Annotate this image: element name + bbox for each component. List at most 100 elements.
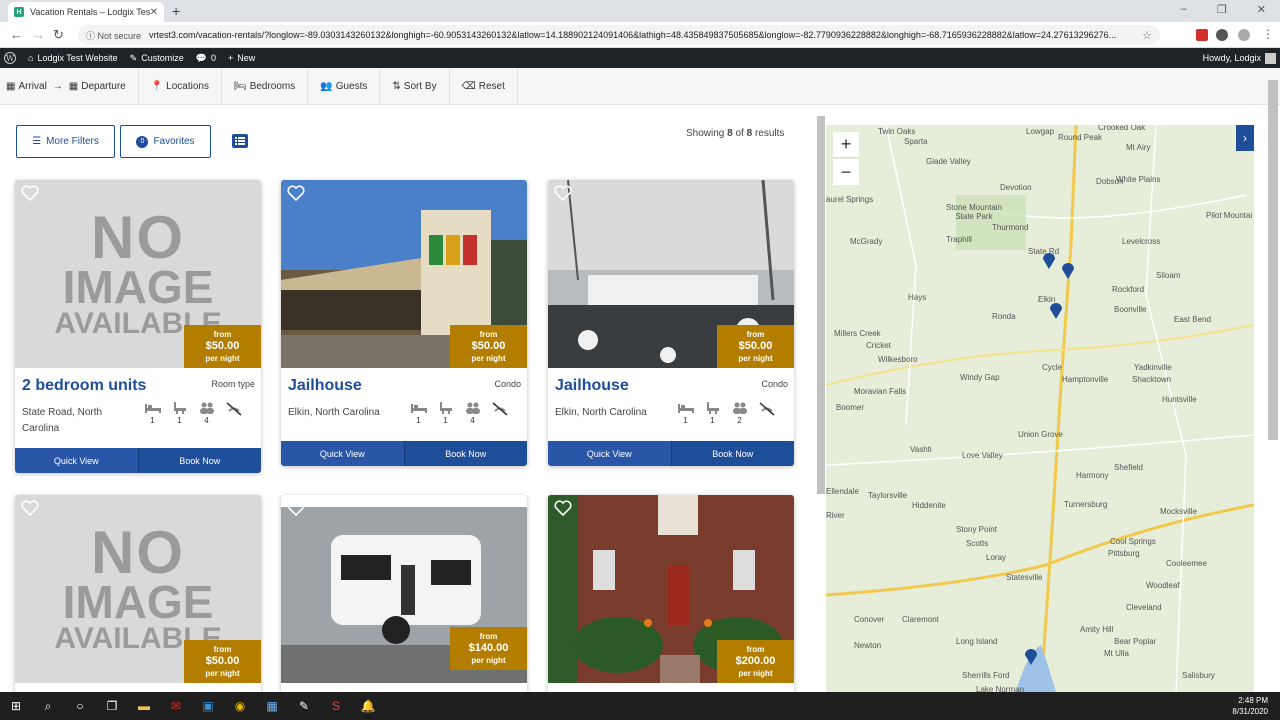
property-card[interactable]: from $50.00 per night Jailhouse Condo El… [548,180,794,466]
map-town-label: Twin Oaks [878,127,916,136]
property-card[interactable]: from $140.00 per night [281,495,527,695]
back-icon[interactable]: ← [10,27,23,42]
wp-logo-icon[interactable]: W [4,52,16,64]
filter-bar: ▦ Arrival → ▦ Departure 📍 Locations 🛏 Bedr… [0,68,1280,105]
browser-tab[interactable]: H Vacation Rentals – Lodgix Test W ✕ [8,2,164,22]
restore-icon[interactable]: ❐ [1217,3,1227,16]
reset-button[interactable]: ⌫ Reset [450,68,518,104]
map-town-label: River [826,511,845,520]
minimize-icon[interactable]: – [1181,3,1187,16]
puzzle-icon[interactable] [1216,29,1228,41]
bookmark-star-icon[interactable]: ☆ [1142,29,1152,42]
map-town-label: Sherrills Ford [962,671,1010,680]
map-town-label: Rockford [1112,285,1145,294]
bedrooms-filter[interactable]: 🛏 Bedrooms [222,68,309,104]
price-from: from [746,330,765,339]
bedrooms-label: Bedrooms [249,80,296,92]
favorite-heart-icon[interactable] [21,185,39,201]
map-town-label: Ronda [992,312,1016,321]
sort-by-filter[interactable]: ⇅ Sort By [380,68,450,104]
wp-site-link[interactable]: ⌂ Lodgix Test Website [28,53,118,63]
task-view-icon[interactable]: ❐ [96,692,128,720]
cortana-icon[interactable]: ○ [64,692,96,720]
no-pets-amenity [490,402,509,425]
chevron-right-icon[interactable]: › [1236,125,1254,151]
price-amount: $50.00 [205,340,240,352]
map-town-label: Millers Creek [834,329,881,338]
more-filters-button[interactable]: ☰ More Filters [16,125,115,158]
window-controls: – ❐ ✕ [1181,3,1266,16]
forward-icon[interactable]: → [32,27,45,42]
favorite-heart-icon[interactable] [554,185,572,201]
system-clock[interactable]: 2:48 PM 8/31/2020 [1232,695,1268,717]
quick-view-button[interactable]: Quick View [548,441,671,466]
property-card[interactable]: from $50.00 per night Jailhouse Condo El… [281,180,527,466]
no-image-word: NO [91,204,185,272]
clock-date: 8/31/2020 [1232,707,1268,717]
favorite-heart-icon[interactable] [554,500,572,516]
chrome-icon[interactable]: ◉ [224,692,256,720]
book-now-button[interactable]: Book Now [137,448,261,473]
zoom-out-button[interactable]: − [833,159,859,185]
favorite-heart-icon[interactable] [287,185,305,201]
page-scrollbar[interactable] [1268,80,1278,440]
favorites-button[interactable]: 0 Favorites [120,125,211,158]
wp-customize-link[interactable]: ✎ Customize [130,53,184,64]
wp-account-link[interactable]: Howdy, Lodgix [1203,52,1276,64]
mail-icon[interactable]: ✉ [160,692,192,720]
close-tab-icon[interactable]: ✕ [150,7,158,18]
property-name[interactable]: Jailhouse [555,377,629,395]
quick-view-button[interactable]: Quick View [15,448,138,473]
address-row: ← → ↻ ⓘ Not secure vrtest3.com/vacation-… [0,22,1280,48]
map-town-label: Hamptonville [1062,375,1109,384]
property-card[interactable]: NO IMAGE AVAILABLE from $50.00 per night… [15,180,261,473]
favorite-heart-icon[interactable] [287,500,305,516]
list-view-icon[interactable] [232,134,248,148]
bedrooms-amenity: 1 [409,402,428,425]
browser-menu-icon[interactable]: ⋮ [1262,27,1274,41]
property-card[interactable]: NO IMAGE AVAILABLE from $50.00 per night [15,495,261,695]
book-now-button[interactable]: Book Now [670,441,794,466]
profile-avatar-icon[interactable] [1238,29,1250,41]
map-town-label: Vashti [910,445,932,454]
bell-icon[interactable]: 🔔 [352,692,384,720]
arrival-departure-filter[interactable]: ▦ Arrival → ▦ Departure [0,68,139,104]
notepad-icon[interactable]: ✎ [288,692,320,720]
map-marker-icon[interactable] [1042,251,1056,269]
favorite-heart-icon[interactable] [21,500,39,516]
app-icon[interactable]: ▣ [192,692,224,720]
amenities: 1 1 2 [676,402,776,425]
reload-icon[interactable]: ↻ [53,27,64,43]
wp-new-link[interactable]: + New [228,53,255,63]
map-marker-icon[interactable] [1024,647,1038,665]
map-town-label: Hays [908,293,927,302]
map-marker-icon[interactable] [1049,301,1063,319]
results-map[interactable]: Twin Oaks Lowgap Crooked Oak Sparta Round Pe… [826,125,1254,692]
extension-icon[interactable] [1196,29,1208,41]
guests-filter[interactable]: 👥 Guests [308,68,381,104]
close-window-icon[interactable]: ✕ [1257,3,1266,16]
card-actions: Quick View Book Now [548,441,794,466]
windows-start-icon[interactable]: ⊞ [0,692,32,720]
sort-by-label: Sort By [403,80,437,92]
listings-scrollbar[interactable] [817,116,825,494]
home-icon: ⌂ [28,53,34,63]
app-icon[interactable]: S [320,692,352,720]
wp-comments-link[interactable]: 💬 0 [196,53,216,64]
map-marker-icon[interactable] [1061,261,1075,279]
new-tab-icon[interactable]: + [172,3,180,19]
departure-label: Departure [81,80,126,92]
property-name[interactable]: 2 bedroom units [22,377,146,395]
app-icon[interactable]: ▦ [256,692,288,720]
quick-view-button[interactable]: Quick View [281,441,404,466]
guests-amenity: 4 [463,402,482,425]
file-explorer-icon[interactable]: ▬ [128,692,160,720]
locations-filter[interactable]: 📍 Locations [139,68,222,104]
amenities: 1 1 4 [409,402,509,425]
property-card[interactable]: from $200.00 per night [548,495,794,695]
property-name[interactable]: Jailhouse [288,377,362,395]
address-bar[interactable]: ⓘ Not secure vrtest3.com/vacation-rental… [78,25,1160,45]
search-icon[interactable]: ⌕ [32,692,64,720]
book-now-button[interactable]: Book Now [403,441,527,466]
zoom-in-button[interactable]: + [833,132,859,158]
